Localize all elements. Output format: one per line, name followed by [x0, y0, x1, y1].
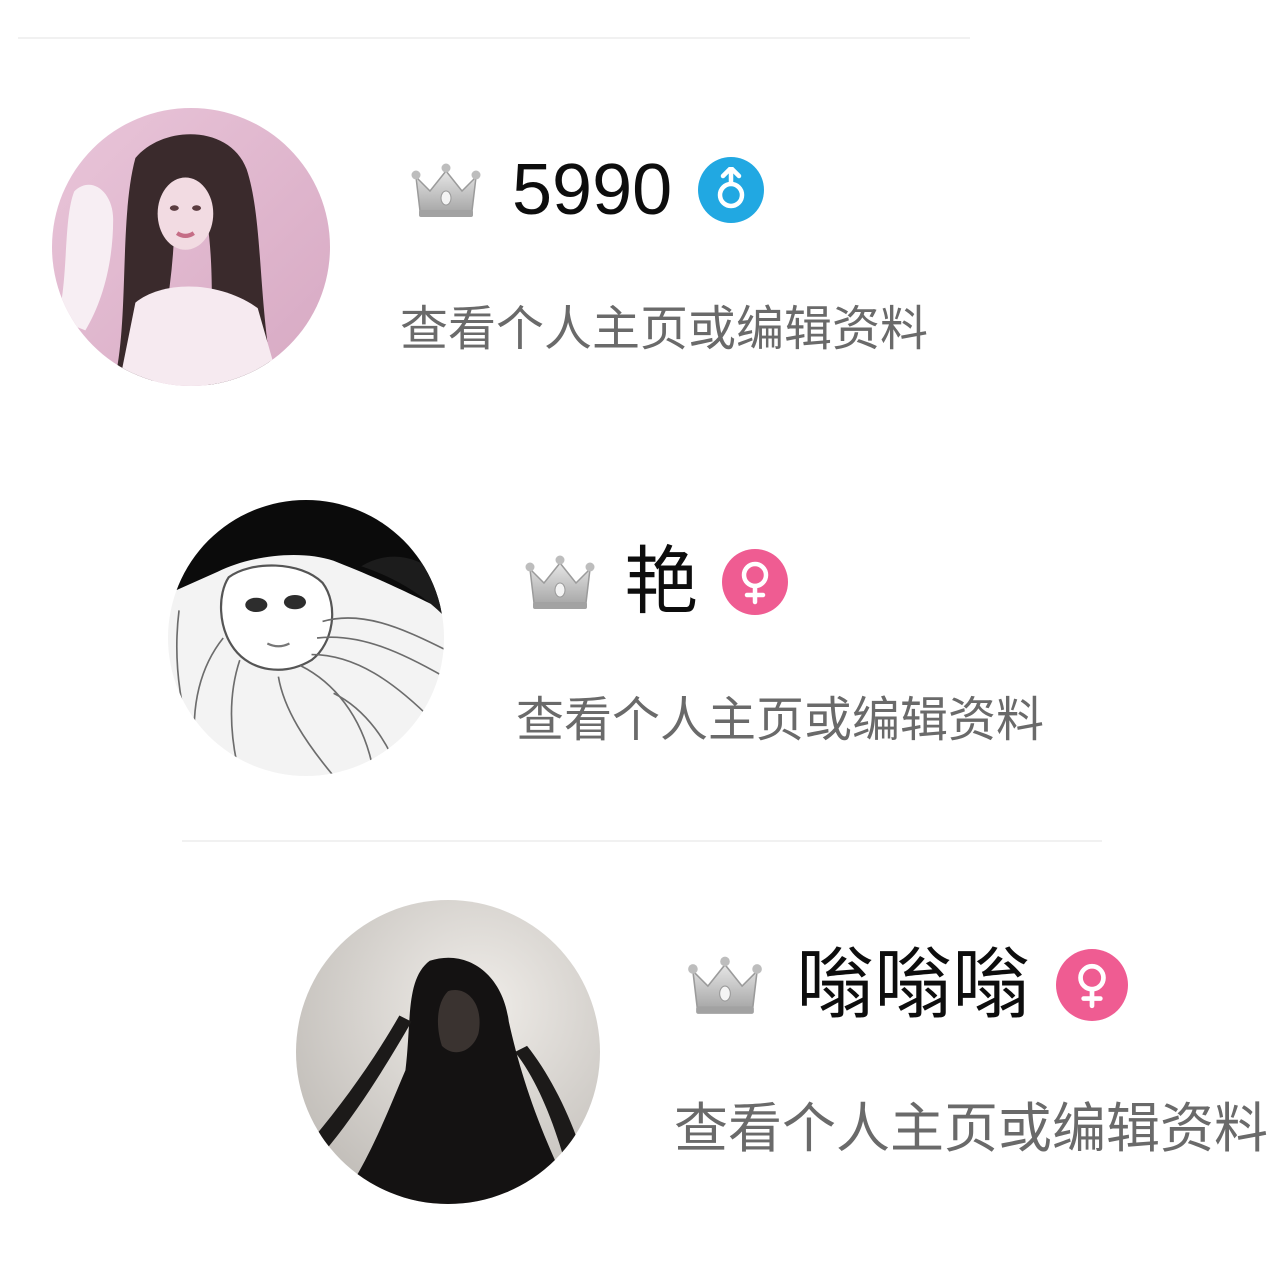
name-row: 5990	[410, 150, 765, 230]
username: 艳	[624, 539, 698, 625]
avatar-photo-dark-icon	[296, 900, 600, 1204]
crown-icon	[688, 956, 762, 1014]
top-divider	[18, 37, 970, 39]
avatar[interactable]	[52, 108, 330, 386]
name-row: 嗡嗡嗡	[686, 940, 1129, 1030]
female-gender-icon	[722, 549, 788, 615]
screenshot-collage: 5990 查看个人主页或编辑资料 艳 查看个人主页或编辑资料 嗡嗡嗡 查看个人主…	[0, 0, 1280, 1280]
crown-icon	[525, 555, 595, 609]
username: 嗡嗡嗡	[796, 940, 1031, 1030]
female-gender-icon	[1056, 949, 1129, 1021]
view-profile-link[interactable]: 查看个人主页或编辑资料	[516, 696, 1044, 744]
view-profile-link[interactable]: 查看个人主页或编辑资料	[674, 1102, 1268, 1156]
avatar[interactable]	[296, 900, 600, 1204]
male-gender-icon	[698, 157, 765, 223]
profile-card-3[interactable]: 嗡嗡嗡 查看个人主页或编辑资料	[0, 880, 1280, 1280]
crown-icon	[411, 163, 481, 217]
username: 5990	[512, 150, 673, 230]
avatar[interactable]	[168, 500, 444, 776]
middle-divider	[182, 840, 1102, 842]
name-row: 艳	[524, 542, 788, 622]
avatar-photo-pink-icon	[52, 108, 330, 386]
view-profile-link[interactable]: 查看个人主页或编辑资料	[400, 305, 928, 353]
profile-card-2[interactable]: 艳 查看个人主页或编辑资料	[0, 480, 1280, 800]
avatar-sketch-girl-icon	[168, 500, 444, 776]
profile-card-1[interactable]: 5990 查看个人主页或编辑资料	[0, 40, 972, 440]
